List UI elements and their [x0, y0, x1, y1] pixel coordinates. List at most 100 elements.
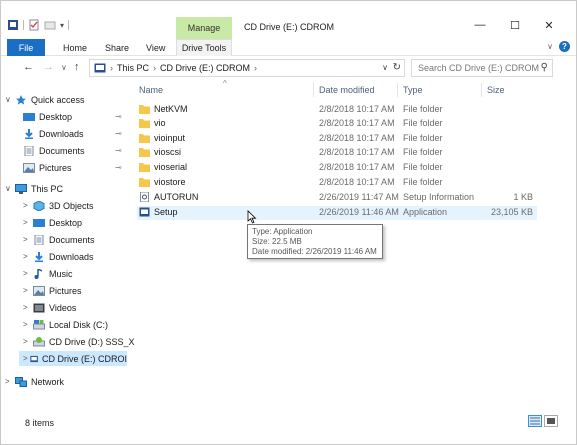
nav-music[interactable]: > Music [23, 266, 73, 281]
column-header-type[interactable]: Type [403, 85, 423, 95]
file-row[interactable]: vio 2/8/2018 10:17 AM File folder [137, 117, 537, 131]
file-row[interactable]: Setup 2/26/2019 11:46 AM Application 23,… [137, 206, 537, 220]
breadcrumb-separator: › [153, 63, 157, 73]
refresh-icon[interactable]: ↻ [393, 62, 401, 73]
status-bar: 8 items [1, 411, 576, 433]
tab-file[interactable]: File [7, 39, 45, 56]
expand-chevron-icon[interactable]: > [23, 303, 33, 312]
pin-icon[interactable]: ⊸ [115, 163, 122, 172]
address-bar[interactable]: › This PC › CD Drive (E:) CDROM › ∨ ↻ [89, 59, 405, 77]
expand-chevron-icon[interactable]: > [23, 320, 33, 329]
folder-icon [139, 134, 150, 143]
file-name: vio [154, 118, 166, 128]
expand-chevron-icon[interactable]: > [23, 235, 33, 244]
new-folder-icon[interactable] [44, 19, 56, 31]
toolbar-divider [68, 20, 70, 30]
search-icon[interactable]: ⚲ [541, 62, 548, 73]
breadcrumb-cd-drive[interactable]: CD Drive (E:) CDROM [160, 63, 250, 73]
file-row[interactable]: NetKVM 2/8/2018 10:17 AM File folder [137, 103, 537, 117]
expand-chevron-icon[interactable]: > [23, 218, 33, 227]
expand-chevron-icon[interactable]: > [5, 377, 15, 386]
tab-share[interactable]: Share [105, 39, 129, 56]
nav-label: Videos [49, 302, 77, 313]
details-view-button[interactable] [528, 415, 542, 427]
maximize-button[interactable]: ☐ [501, 17, 529, 33]
back-arrow-icon[interactable]: ← [23, 61, 34, 73]
close-button[interactable]: ✕ [535, 17, 563, 33]
pin-icon[interactable]: ⊸ [115, 146, 122, 155]
cd-drive-icon [33, 336, 45, 346]
nav-downloads-pinned[interactable]: Downloads ⊸ [23, 126, 127, 141]
tab-drive-tools[interactable]: Drive Tools [176, 39, 232, 56]
file-size: 23,105 KB [490, 207, 533, 217]
expand-chevron-icon[interactable]: ∨ [5, 184, 15, 193]
pin-icon[interactable]: ⊸ [115, 129, 122, 138]
expand-chevron-icon[interactable]: > [23, 201, 33, 210]
ribbon-controls: ∨ ? [547, 41, 570, 52]
ribbon-tabs: File Home Share View Drive Tools ∨ ? [1, 39, 576, 56]
tab-home[interactable]: Home [63, 39, 87, 56]
nav-local-disk-c[interactable]: > Local Disk (C:) [23, 317, 108, 332]
up-arrow-icon[interactable]: ↑ [74, 61, 80, 73]
breadcrumb-separator: › [110, 63, 113, 73]
column-divider[interactable] [397, 83, 398, 97]
manage-context-tab[interactable]: Manage [176, 17, 232, 39]
file-row[interactable]: AUTORUN 2/26/2019 11:47 AM Setup Informa… [137, 191, 537, 205]
tooltip-date-modified: Date modified: 2/26/2019 11:46 AM [252, 247, 377, 256]
nav-label: Desktop [49, 217, 83, 228]
file-row[interactable]: vioinput 2/8/2018 10:17 AM File folder [137, 132, 537, 146]
music-icon [34, 268, 43, 279]
nav-desktop[interactable]: > Desktop [23, 215, 82, 230]
nav-3d-objects[interactable]: > 3D Objects [23, 198, 94, 213]
large-icons-view-button[interactable] [544, 415, 558, 427]
download-icon [35, 251, 43, 262]
sort-ascending-icon: ^ [223, 79, 227, 88]
nav-documents-pinned[interactable]: Documents ⊸ [23, 143, 127, 158]
customize-toolbar-icon[interactable]: ▾ [60, 21, 64, 30]
nav-quick-access[interactable]: ∨ Quick access [5, 92, 85, 107]
desktop-icon [33, 218, 45, 227]
file-row[interactable]: vioscsi 2/8/2018 10:17 AM File folder [137, 146, 537, 160]
file-size: 1 KB [513, 192, 533, 202]
help-icon[interactable]: ? [559, 41, 570, 52]
breadcrumb-this-pc[interactable]: This PC [117, 63, 149, 73]
nav-cd-drive-e[interactable]: > CD Drive (E:) CDROI [19, 351, 127, 366]
nav-desktop-pinned[interactable]: Desktop ⊸ [23, 109, 127, 124]
pictures-icon [33, 285, 45, 296]
expand-chevron-icon[interactable]: > [23, 354, 30, 363]
expand-chevron-icon[interactable]: > [23, 337, 33, 346]
column-header-name[interactable]: Name [139, 85, 163, 95]
column-header-size[interactable]: Size [487, 85, 505, 95]
recent-locations-icon[interactable]: ∨ [61, 63, 67, 72]
file-date: 2/8/2018 10:17 AM [319, 147, 395, 157]
expand-chevron-icon[interactable]: > [23, 286, 33, 295]
address-dropdown-icon[interactable]: ∨ [382, 63, 388, 72]
nav-this-pc[interactable]: ∨ This PC [5, 181, 63, 196]
nav-videos[interactable]: > Videos [23, 300, 76, 315]
expand-chevron-icon[interactable]: > [23, 269, 33, 278]
setup-info-icon [140, 192, 149, 202]
nav-documents[interactable]: > Documents [23, 232, 95, 247]
explorer-app-icon[interactable] [7, 19, 19, 31]
forward-arrow-icon[interactable]: → [43, 61, 54, 73]
nav-cd-drive-d[interactable]: > CD Drive (D:) SSS_X [23, 334, 135, 349]
nav-downloads[interactable]: > Downloads [23, 249, 94, 264]
column-header-date-modified[interactable]: Date modified [319, 85, 375, 95]
nav-pictures[interactable]: > Pictures [23, 283, 82, 298]
file-row[interactable]: viostore 2/8/2018 10:17 AM File folder [137, 176, 537, 190]
pin-icon[interactable]: ⊸ [115, 112, 122, 121]
column-divider[interactable] [313, 83, 314, 97]
tab-view[interactable]: View [146, 39, 165, 56]
file-row[interactable]: vioserial 2/8/2018 10:17 AM File folder [137, 161, 537, 175]
properties-icon[interactable] [28, 19, 40, 31]
minimize-button[interactable]: — [466, 17, 494, 33]
nav-pictures-pinned[interactable]: Pictures ⊸ [23, 160, 127, 175]
expand-chevron-icon[interactable]: > [23, 252, 33, 261]
expand-chevron-icon[interactable]: ∨ [5, 95, 15, 104]
search-input[interactable]: Search CD Drive (E:) CDROM ⚲ [411, 59, 553, 77]
column-divider[interactable] [481, 83, 482, 97]
navigation-pane: ∨ Quick access Desktop ⊸ Downloads ⊸ Doc… [1, 89, 135, 399]
expand-ribbon-icon[interactable]: ∨ [547, 42, 553, 51]
file-date: 2/26/2019 11:47 AM [319, 192, 399, 202]
nav-network[interactable]: > Network [5, 374, 64, 389]
